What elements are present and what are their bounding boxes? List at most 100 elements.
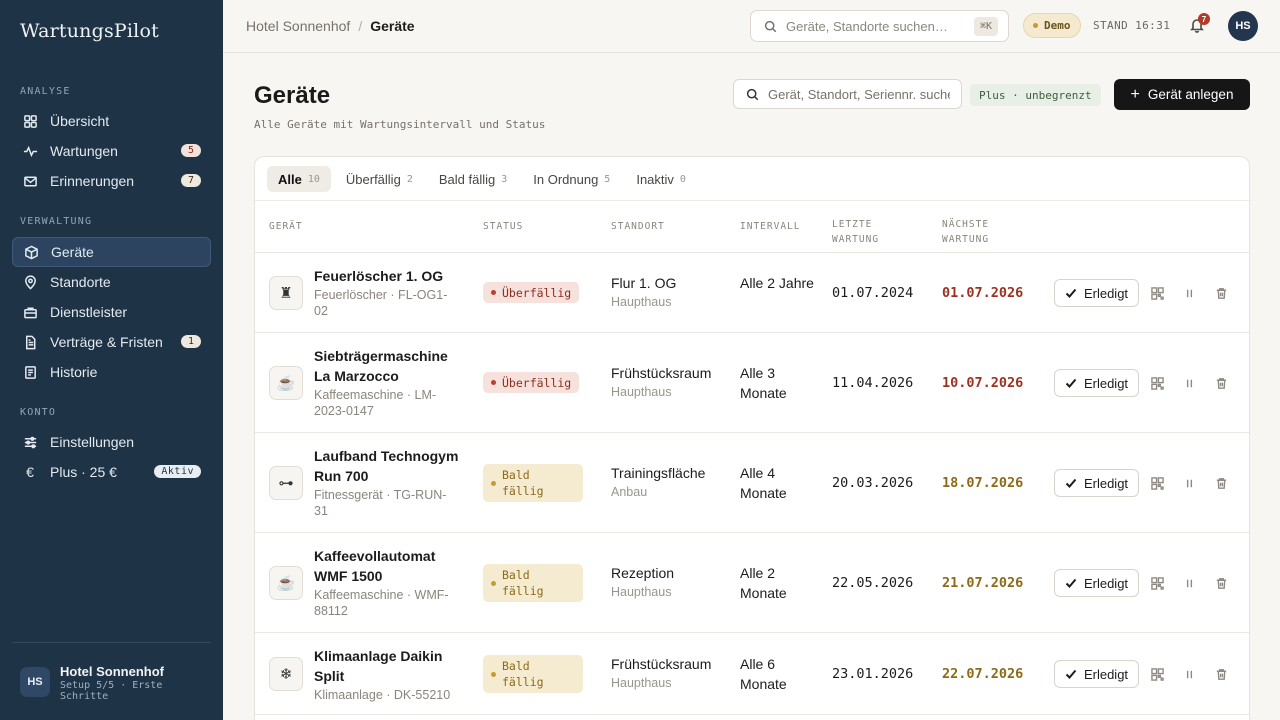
trash-icon	[1216, 668, 1226, 680]
tab-in-ordnung[interactable]: In Ordnung 5	[522, 166, 621, 192]
sidebar-item-wartungen[interactable]: Wartungen 5	[12, 137, 211, 165]
column-header-status[interactable]: STATUS	[483, 219, 523, 234]
sidebar-item-geraete[interactable]: Geräte	[12, 237, 211, 267]
mark-done-button[interactable]: Erledigt	[1054, 569, 1139, 597]
device-search[interactable]	[733, 79, 962, 109]
tab-bald-faellig[interactable]: Bald fällig 3	[428, 166, 518, 192]
pause-icon	[1186, 289, 1192, 297]
mark-done-button[interactable]: Erledigt	[1054, 279, 1139, 307]
breadcrumb-separator: /	[358, 18, 363, 34]
qr-code-button[interactable]	[1150, 576, 1164, 590]
device-name[interactable]: Feuerlöscher 1. OG	[314, 266, 464, 286]
table-row[interactable]: ❄ Klimaanlage Daikin Split Klimaanlage ·…	[255, 633, 1249, 715]
app-logo: WartungsPilot	[20, 20, 159, 42]
pause-button[interactable]	[1182, 376, 1196, 390]
add-device-button[interactable]: + Gerät anlegen	[1114, 79, 1250, 110]
mark-done-button[interactable]: Erledigt	[1054, 660, 1139, 688]
tab-ueberfaellig[interactable]: Überfällig 2	[335, 166, 424, 192]
tab-inaktiv[interactable]: Inaktiv 0	[625, 166, 697, 192]
breadcrumb: Hotel Sonnenhof / Geräte	[246, 18, 415, 34]
check-icon	[1065, 288, 1077, 298]
status-label: Bald fällig	[502, 659, 544, 689]
pause-button[interactable]	[1182, 576, 1196, 590]
demo-badge: Demo	[1023, 13, 1081, 38]
delete-button[interactable]	[1214, 576, 1228, 590]
mark-done-button[interactable]: Erledigt	[1054, 469, 1139, 497]
maintenance-interval: Alle 2 Monate	[740, 565, 787, 601]
pause-icon	[1186, 670, 1192, 678]
sidebar-item-erinnerungen[interactable]: Erinnerungen 7	[12, 167, 211, 195]
status-dot	[491, 671, 496, 677]
status-dot	[491, 480, 496, 486]
account-switcher[interactable]: HS Hotel Sonnenhof Setup 5/5 · Erste Sch…	[20, 664, 190, 702]
tabs-divider	[255, 200, 1249, 201]
next-maintenance-date: 01.07.2026	[942, 285, 1024, 301]
notifications-button[interactable]: 7	[1189, 13, 1210, 35]
table-row[interactable]: ☕ Kaffeevollautomat WMF 1500 Kaffeemasch…	[255, 533, 1249, 633]
shortcut-hint: ⌘K	[973, 17, 998, 36]
column-header-location[interactable]: STANDORT	[611, 219, 665, 234]
account-name: Hotel Sonnenhof	[60, 664, 164, 679]
sidebar-item-label: Standorte	[50, 274, 111, 290]
account-setup-status: Setup 5/5 · Erste Schritte	[60, 680, 163, 702]
status-label: Überfällig	[502, 285, 572, 300]
mark-done-button[interactable]: Erledigt	[1054, 369, 1139, 397]
column-header-interval[interactable]: INTERVALL	[740, 219, 800, 234]
qr-code-button[interactable]	[1150, 286, 1164, 300]
pause-button[interactable]	[1182, 476, 1196, 490]
count-badge: 5	[181, 144, 201, 157]
user-avatar[interactable]: HS	[1228, 11, 1258, 41]
delete-button[interactable]	[1214, 476, 1228, 490]
device-name[interactable]: Kaffeevollautomat WMF 1500	[314, 546, 464, 586]
device-name[interactable]: Siebträgermaschine La Marzocco	[314, 346, 464, 386]
search-icon	[746, 88, 759, 100]
device-name[interactable]: Laufband Technogym Run 700	[314, 446, 464, 486]
trash-icon	[1216, 477, 1226, 489]
sidebar-item-uebersicht[interactable]: Übersicht	[12, 107, 211, 135]
table-row[interactable]: ☕ Siebträgermaschine La Marzocco Kaffeem…	[255, 333, 1249, 433]
table-row[interactable]: ⊶ Laufband Technogym Run 700 Fitnessgerä…	[255, 433, 1249, 533]
check-icon	[1065, 378, 1077, 388]
sidebar-item-label: Plus · 25 €	[50, 464, 117, 480]
location-name: Trainingsfläche	[611, 465, 706, 481]
sidebar-item-dienstleister[interactable]: Dienstleister	[12, 298, 211, 326]
device-type-serial: Klimaanlage · DK-55210	[314, 688, 451, 702]
device-search-input[interactable]	[768, 86, 950, 102]
coffee-machine-icon: ☕	[269, 366, 303, 400]
qr-code-button[interactable]	[1150, 667, 1164, 681]
location-building: Haupthaus	[611, 385, 672, 399]
sidebar-item-label: Erinnerungen	[50, 173, 135, 189]
status-label: Überfällig	[502, 375, 572, 390]
treadmill-icon: ⊶	[269, 466, 303, 500]
sidebar-item-historie[interactable]: Historie	[12, 358, 211, 386]
delete-button[interactable]	[1214, 667, 1228, 681]
tab-count: 2	[406, 173, 413, 185]
column-header-last-maintenance[interactable]: LETZTE WARTUNG	[832, 217, 902, 247]
pause-button[interactable]	[1182, 667, 1196, 681]
box-icon	[23, 244, 39, 260]
sidebar-item-standorte[interactable]: Standorte	[12, 268, 211, 296]
device-name[interactable]: Klimaanlage Daikin Split	[314, 646, 464, 686]
maintenance-interval: Alle 6 Monate	[740, 656, 787, 692]
table-row[interactable]: ♜ Feuerlöscher 1. OG Feuerlöscher · FL-O…	[255, 253, 1249, 333]
breadcrumb-root[interactable]: Hotel Sonnenhof	[246, 18, 350, 34]
qr-code-button[interactable]	[1150, 476, 1164, 490]
last-maintenance-date: 01.07.2024	[832, 285, 914, 301]
pause-button[interactable]	[1182, 286, 1196, 300]
account-avatar: HS	[20, 667, 50, 697]
location-building: Haupthaus	[611, 676, 672, 690]
column-header-device[interactable]: GERÄT	[269, 219, 303, 234]
sidebar-item-vertraege[interactable]: Verträge & Fristen 1	[12, 328, 211, 356]
qr-code-button[interactable]	[1150, 376, 1164, 390]
delete-button[interactable]	[1214, 286, 1228, 300]
global-search-input[interactable]	[786, 18, 976, 34]
sidebar-item-einstellungen[interactable]: Einstellungen	[12, 428, 211, 456]
sidebar-section-analyse: ANALYSE	[20, 86, 71, 97]
global-search[interactable]: ⌘K	[750, 10, 1009, 42]
delete-button[interactable]	[1214, 376, 1228, 390]
tab-label: Inaktiv	[636, 171, 674, 187]
sidebar-item-plus[interactable]: € Plus · 25 € Aktiv	[12, 458, 211, 486]
tab-alle[interactable]: Alle 10	[267, 166, 331, 192]
check-icon	[1065, 478, 1077, 488]
column-header-next-maintenance[interactable]: NÄCHSTE WARTUNG	[942, 217, 1012, 247]
